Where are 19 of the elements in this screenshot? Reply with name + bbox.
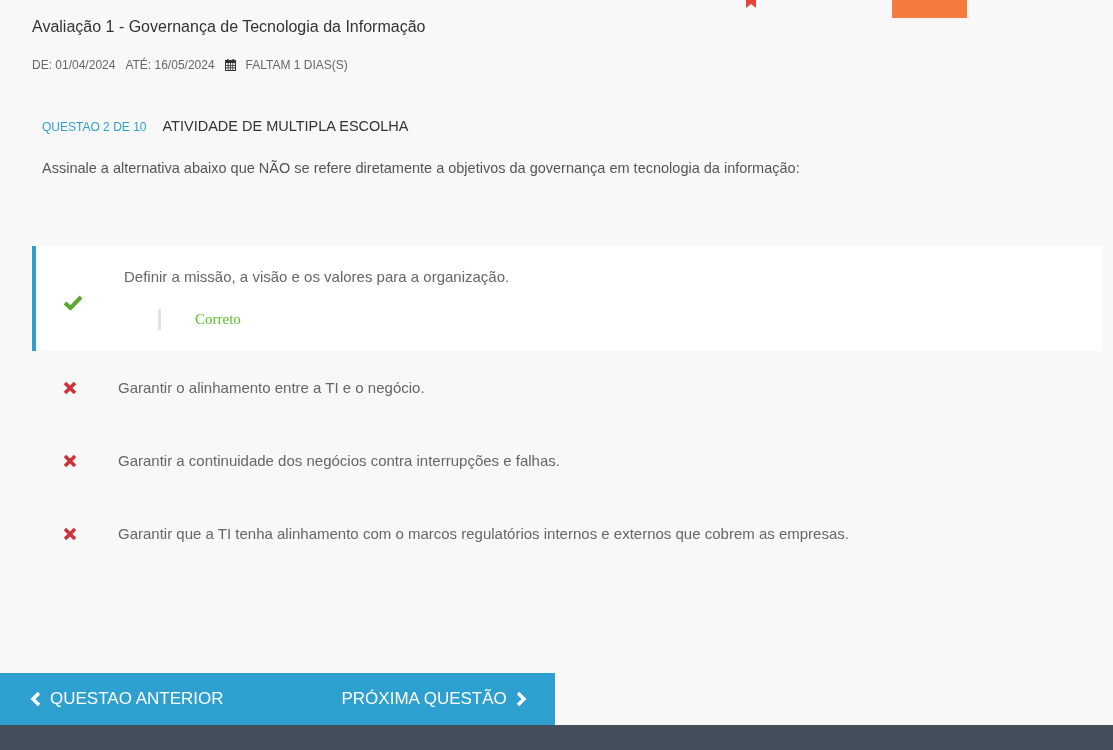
answer-option: Definir a missão, a visão e os valores para a organização. (124, 267, 510, 285)
bookmark-icon[interactable] (745, 0, 757, 8)
next-question-button[interactable]: PRÓXIMA QUESTÃO (311, 689, 527, 709)
chevron-left-icon (30, 691, 42, 707)
answer-option[interactable]: Garantir que a TI tenha alinhamento com o marcos regulatórios internos e externos que cobrem as empresas. (118, 525, 849, 542)
assessment-title: Avaliação 1 - Governança de Tecnologia da Informação (32, 18, 427, 36)
days-remaining: FALTAM 1 DIAS(S) (245, 58, 348, 72)
selected-answer-card[interactable]: Definir a missão, a visão e os valores para a organização. Correto (32, 246, 1102, 351)
chevron-right-icon (514, 691, 527, 707)
question-type: ATIVIDADE DE MULTIPLA ESCOLHA (162, 118, 409, 134)
answer-option[interactable]: Garantir o alinhamento entre a TI e o negócio. (118, 379, 425, 396)
question-counter: QUESTAO 2 DE 10 (42, 120, 147, 134)
end-date: ATÉ: 16/05/2024 (125, 58, 215, 72)
question-statement: Assinale a alternativa abaixo que NÃO se refere diretamente a objetivos da governança em tecnologia da informação: (42, 160, 801, 176)
answer-option[interactable]: Garantir a continuidade dos negócios contra interrupções e falhas. (118, 452, 560, 469)
previous-question-button[interactable]: QUESTAO ANTERIOR (0, 689, 224, 709)
feedback-text: Correto (158, 308, 510, 330)
start-date: DE: 01/04/2024 (32, 58, 116, 72)
calendar-icon (224, 59, 236, 71)
